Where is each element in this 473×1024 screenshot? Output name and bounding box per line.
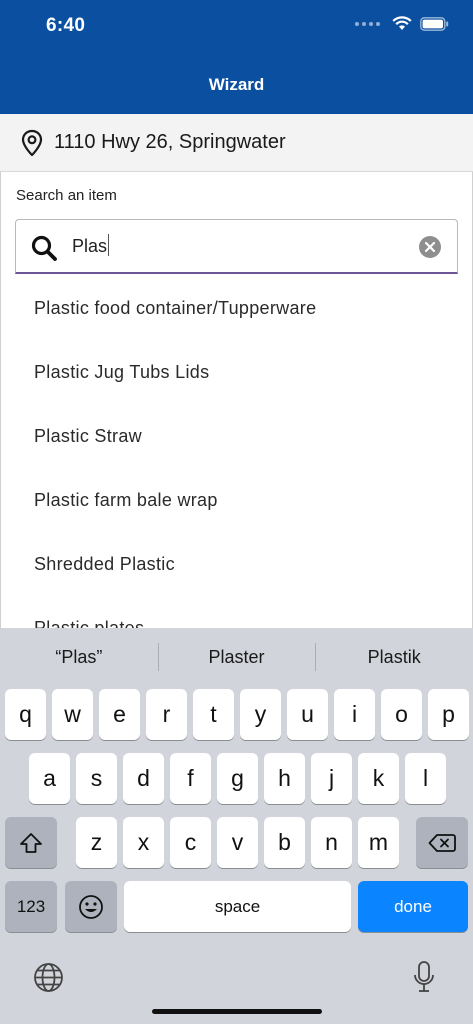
wifi-icon bbox=[392, 16, 412, 30]
numbers-key[interactable]: 123 bbox=[5, 881, 57, 932]
suggestion-item[interactable]: “Plas” bbox=[0, 647, 158, 668]
key-letter[interactable]: w bbox=[52, 689, 93, 740]
shift-icon bbox=[20, 832, 42, 853]
keyboard: “Plas” Plaster Plastik q w e r t y u i o… bbox=[0, 628, 473, 1024]
battery-icon bbox=[420, 16, 449, 31]
status-time: 6:40 bbox=[46, 15, 86, 36]
key-letter[interactable]: i bbox=[334, 689, 375, 740]
search-label: Search an item bbox=[16, 187, 117, 204]
shift-key[interactable] bbox=[5, 817, 57, 868]
key-letter[interactable]: r bbox=[146, 689, 187, 740]
key-letter[interactable]: b bbox=[264, 817, 305, 868]
key-letter[interactable]: d bbox=[123, 753, 164, 804]
search-input[interactable]: Plas bbox=[15, 219, 458, 274]
key-letter[interactable]: p bbox=[428, 689, 469, 740]
key-letter[interactable]: t bbox=[193, 689, 234, 740]
status-bar: 6:40 bbox=[0, 0, 473, 56]
results-list: Plastic food container/Tupperware Plasti… bbox=[0, 276, 473, 628]
space-key[interactable]: space bbox=[124, 881, 351, 932]
suggestion-item[interactable]: Plaster bbox=[157, 642, 316, 671]
search-panel: Search an item Plas Plastic food contain… bbox=[0, 172, 473, 628]
key-letter[interactable]: s bbox=[76, 753, 117, 804]
key-letter[interactable]: o bbox=[381, 689, 422, 740]
key-letter[interactable]: j bbox=[311, 753, 352, 804]
list-item[interactable]: Plastic plates bbox=[0, 596, 473, 628]
emoji-icon bbox=[79, 894, 103, 919]
key-letter[interactable]: q bbox=[5, 689, 46, 740]
cellular-signal-icon bbox=[355, 21, 380, 26]
key-letter[interactable]: h bbox=[264, 753, 305, 804]
list-item[interactable]: Plastic food container/Tupperware bbox=[0, 276, 473, 340]
key-letter[interactable]: m bbox=[358, 817, 399, 868]
backspace-icon bbox=[428, 833, 456, 852]
key-letter[interactable]: f bbox=[170, 753, 211, 804]
key-letter[interactable]: v bbox=[217, 817, 258, 868]
list-item[interactable]: Plastic farm bale wrap bbox=[0, 468, 473, 532]
page-title: Wizard bbox=[208, 75, 265, 94]
keyboard-suggestions: “Plas” Plaster Plastik bbox=[0, 628, 473, 686]
done-key[interactable]: done bbox=[358, 881, 468, 932]
address-bar[interactable]: 1110 Hwy 26, Springwater bbox=[0, 114, 473, 172]
key-letter[interactable]: z bbox=[76, 817, 117, 868]
search-value: Plas bbox=[72, 236, 108, 256]
search-value-wrap: Plas bbox=[72, 234, 110, 257]
globe-icon[interactable] bbox=[33, 962, 64, 993]
key-letter[interactable]: l bbox=[405, 753, 446, 804]
nav-bar: Wizard bbox=[0, 56, 473, 114]
key-letter[interactable]: g bbox=[217, 753, 258, 804]
emoji-key[interactable] bbox=[65, 881, 117, 932]
microphone-icon[interactable] bbox=[412, 960, 436, 994]
location-pin-icon bbox=[21, 129, 43, 156]
key-letter[interactable]: y bbox=[240, 689, 281, 740]
key-letter[interactable]: x bbox=[123, 817, 164, 868]
key-letter[interactable]: u bbox=[287, 689, 328, 740]
list-item[interactable]: Shredded Plastic bbox=[0, 532, 473, 596]
backspace-key[interactable] bbox=[416, 817, 468, 868]
key-letter[interactable]: n bbox=[311, 817, 352, 868]
text-caret bbox=[108, 234, 110, 256]
clear-icon[interactable] bbox=[419, 236, 441, 258]
search-icon bbox=[31, 235, 57, 261]
list-item[interactable]: Plastic Straw bbox=[0, 404, 473, 468]
list-item[interactable]: Plastic Jug Tubs Lids bbox=[0, 340, 473, 404]
key-letter[interactable]: e bbox=[99, 689, 140, 740]
suggestion-item[interactable]: Plastik bbox=[315, 642, 473, 671]
key-letter[interactable]: a bbox=[29, 753, 70, 804]
key-letter[interactable]: c bbox=[170, 817, 211, 868]
key-letter[interactable]: k bbox=[358, 753, 399, 804]
address-text: 1110 Hwy 26, Springwater bbox=[54, 131, 286, 153]
status-icons bbox=[355, 16, 449, 31]
home-indicator bbox=[152, 1009, 322, 1014]
